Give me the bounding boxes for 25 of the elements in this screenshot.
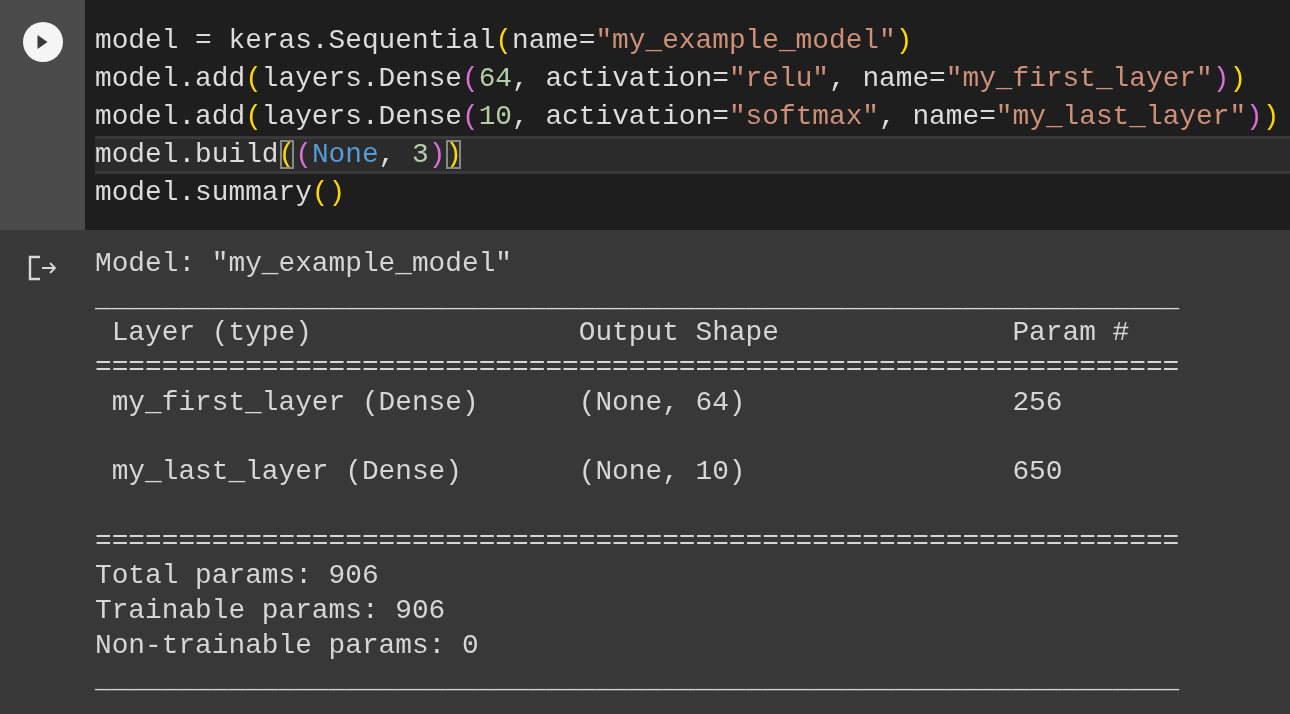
table-cell-text: my_first_layer (Dense): [110, 385, 480, 420]
table-rule: =================================================================: [95, 524, 1180, 559]
params-summary-line: Non-trainable params: 0: [95, 628, 480, 663]
output-icon: [27, 255, 58, 281]
table-cell-text: my_last_layer (Dense): [110, 455, 463, 490]
output-title: Model: "my_example_model": [95, 247, 514, 281]
code-line: model.add(layers.Dense(64, activation="relu", name="my_first_layer")): [95, 62, 1248, 96]
code-line: model = keras.Sequential(name="my_example_model"): [95, 24, 914, 58]
table-cell-text: (None, 64): [578, 385, 747, 420]
table-cell-text: 256: [1012, 385, 1064, 420]
table-cell-text: (None, 10): [578, 455, 747, 490]
column-header: Param #: [1012, 316, 1131, 351]
code-editor[interactable]: [85, 0, 1290, 230]
code-line: model.add(layers.Dense(10, activation="softmax", name="my_last_layer")): [95, 100, 1281, 134]
run-cell-button[interactable]: [22, 22, 63, 62]
code-line: model.summary(): [95, 176, 347, 210]
table-rule: _________________________________________________________________: [95, 663, 1180, 698]
column-header: Output Shape: [578, 316, 780, 351]
params-summary-line: Total params: 906: [95, 559, 380, 594]
params-summary-line: Trainable params: 906: [95, 593, 447, 628]
play-icon: [36, 34, 49, 50]
table-cell-text: 650: [1012, 455, 1064, 490]
table-rule: =================================================================: [95, 351, 1180, 386]
table-rule: _________________________________________________________________: [95, 281, 1180, 316]
column-header: Layer (type): [110, 316, 313, 351]
